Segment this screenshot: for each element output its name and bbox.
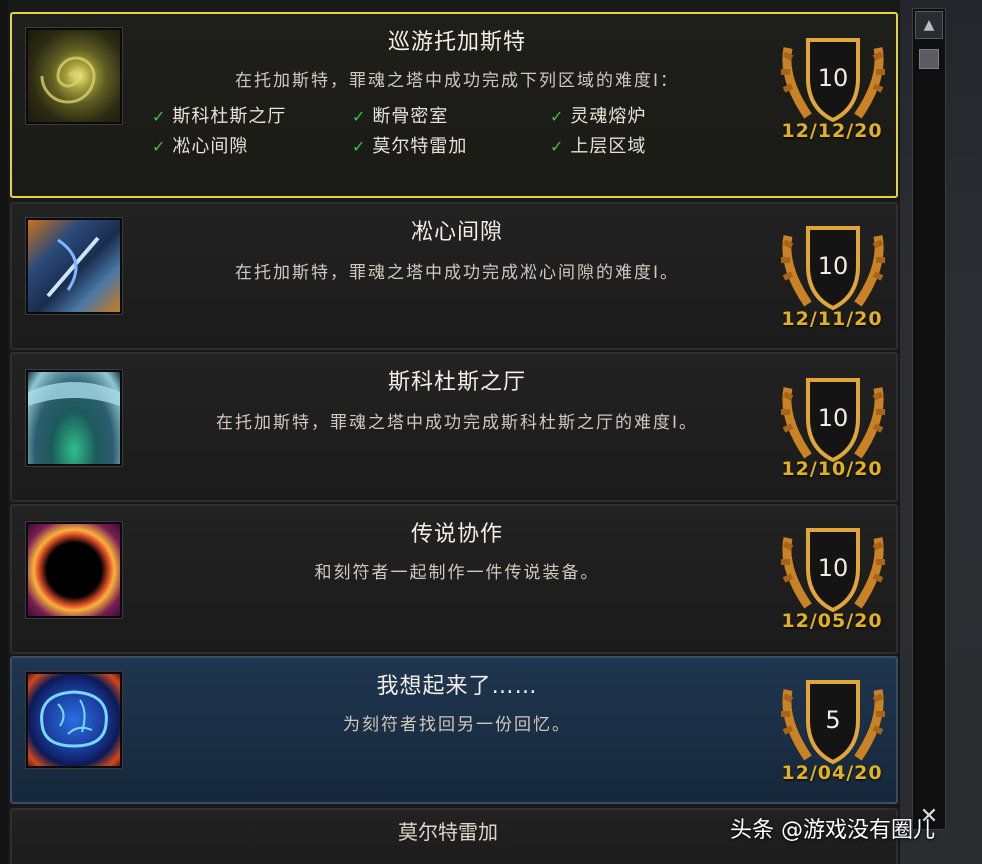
achievement-row[interactable]: 传说协作 和刻符者一起制作一件传说装备。 10 12/05/20 <box>10 504 898 654</box>
scrollbar[interactable]: ▲ <box>912 8 946 830</box>
completion-date: 12/05/20 <box>781 610 883 632</box>
completion-date: 12/10/20 <box>781 458 883 480</box>
achievement-title: 我想起来了…… <box>376 674 538 699</box>
achievement-title: 传说协作 <box>410 522 503 547</box>
frost-sword-icon <box>26 218 122 314</box>
achievement-row[interactable]: 巡游托加斯特 在托加斯特，罪魂之塔中成功完成下列区域的难度Ⅰ： ✓ 斯科杜斯之厅 … <box>10 12 898 198</box>
check-icon: ✓ <box>352 107 367 126</box>
achievement-title: 莫尔特雷加 <box>398 820 498 844</box>
points-shield-icon: 10 <box>781 378 885 463</box>
svg-text:10: 10 <box>818 64 849 92</box>
ice-cave-icon <box>26 370 122 466</box>
achievement-row[interactable]: 凇心间隙 在托加斯特，罪魂之塔中成功完成凇心间隙的难度Ⅰ。 10 12/11/2… <box>10 202 898 350</box>
svg-text:10: 10 <box>818 404 849 432</box>
criteria-item: ✓ 莫尔特雷加 <box>352 136 468 157</box>
criteria-item: ✓ 上层区域 <box>550 136 647 157</box>
criteria-item: ✓ 断骨密室 <box>352 106 449 127</box>
completion-date: 12/12/20 <box>781 120 883 142</box>
achievement-description: 为刻符者找回另一份回忆。 <box>343 715 571 735</box>
achievement-title: 斯科杜斯之厅 <box>387 370 526 395</box>
achievement-description: 在托加斯特，罪魂之塔中成功完成下列区域的难度Ⅰ： <box>234 71 679 91</box>
svg-text:10: 10 <box>818 252 849 280</box>
check-icon: ✓ <box>152 137 167 156</box>
achievement-description: 在托加斯特，罪魂之塔中成功完成斯科杜斯之厅的难度Ⅰ。 <box>215 413 698 433</box>
points-shield-icon: 10 <box>781 226 885 311</box>
points-shield-icon: 5 <box>781 680 885 765</box>
points-shield-icon: 10 <box>781 38 885 123</box>
achievement-title: 凇心间隙 <box>410 220 503 245</box>
points-shield-icon: 10 <box>781 528 885 613</box>
achievement-row[interactable]: 我想起来了…… 为刻符者找回另一份回忆。 5 12/04/20 <box>10 656 898 804</box>
criteria-item: ✓ 灵魂熔炉 <box>550 106 647 127</box>
flame-silhouette-icon <box>26 522 122 618</box>
scroll-thumb[interactable] <box>919 49 939 69</box>
completion-date: 12/11/20 <box>781 308 883 330</box>
check-icon: ✓ <box>550 137 565 156</box>
svg-text:5: 5 <box>825 706 840 734</box>
check-icon: ✓ <box>352 137 367 156</box>
watermark: 头条 @游戏没有圈儿 <box>730 818 935 843</box>
criteria-item: ✓ 斯科杜斯之厅 <box>152 106 287 127</box>
check-icon: ✓ <box>152 107 167 126</box>
achievement-description: 在托加斯特，罪魂之塔中成功完成凇心间隙的难度Ⅰ。 <box>234 263 679 283</box>
achievement-description: 和刻符者一起制作一件传说装备。 <box>314 563 600 583</box>
blue-brain-icon <box>26 672 122 768</box>
achievement-list: 巡游托加斯特 在托加斯特，罪魂之塔中成功完成下列区域的难度Ⅰ： ✓ 斯科杜斯之厅 … <box>8 0 900 864</box>
check-icon: ✓ <box>550 107 565 126</box>
criteria-item: ✓ 凇心间隙 <box>152 136 249 157</box>
achievement-row[interactable]: 斯科杜斯之厅 在托加斯特，罪魂之塔中成功完成斯科杜斯之厅的难度Ⅰ。 10 12/… <box>10 352 898 502</box>
svg-text:10: 10 <box>818 554 849 582</box>
scroll-up-button[interactable]: ▲ <box>915 11 943 39</box>
golden-vortex-icon <box>26 28 122 124</box>
completion-date: 12/04/20 <box>781 762 883 784</box>
achievement-title: 巡游托加斯特 <box>387 30 526 55</box>
